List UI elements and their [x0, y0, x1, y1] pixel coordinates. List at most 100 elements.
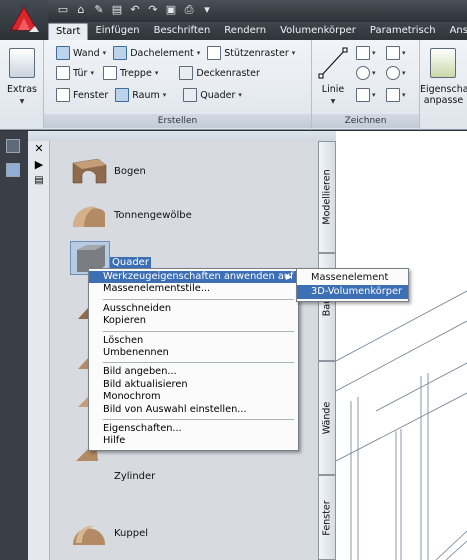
tool-zylinder[interactable]: Zylinder — [114, 469, 155, 483]
tab-modellieren[interactable]: Modellieren — [318, 141, 336, 253]
drawing-area[interactable] — [336, 131, 467, 560]
menu-bild-von-auswahl[interactable]: Bild von Auswahl einstellen... — [89, 404, 298, 416]
menu-umbenennen[interactable]: Umbenennen — [89, 347, 298, 359]
redo-icon[interactable]: ↷ — [146, 3, 160, 17]
properties-icon[interactable] — [430, 48, 456, 78]
eigenschaften-button-line2: anpasse — [423, 95, 464, 106]
tab-start[interactable]: Start — [48, 23, 89, 40]
linie-button[interactable]: Linie — [314, 84, 352, 95]
menu-kopieren[interactable]: Kopieren — [89, 315, 298, 327]
save-icon[interactable]: ▤ — [110, 3, 124, 17]
open-web-icon[interactable]: ✎ — [92, 3, 106, 17]
circle-dropdown-icon[interactable]: ▾ — [372, 69, 376, 77]
stuetzenraster-button[interactable]: Stützenraster — [224, 48, 289, 59]
close-icon[interactable]: ✕ — [32, 143, 46, 155]
raum-button[interactable]: Raum — [132, 90, 160, 101]
zeichnen-panel-title[interactable]: Zeichnen — [312, 114, 419, 128]
tab-beschriften[interactable]: Beschriften — [147, 23, 218, 40]
undo-icon[interactable]: ↶ — [128, 3, 142, 17]
dachelement-dropdown-icon[interactable]: ▾ — [197, 49, 201, 57]
menu-hilfe[interactable]: Hilfe — [89, 435, 298, 447]
ceiling-grid-icon — [179, 66, 194, 80]
open-folder-icon[interactable]: ⌂ — [74, 3, 88, 17]
tool-kuppel[interactable]: Kuppel — [70, 515, 148, 551]
menu-eigenschaften[interactable]: Eigenschaften... — [89, 423, 298, 435]
fenster-button[interactable]: Fenster — [73, 90, 108, 101]
hatch-dropdown-icon[interactable]: ▾ — [402, 91, 406, 99]
menu-loeschen[interactable]: Löschen — [89, 335, 298, 347]
application-menu-button[interactable] — [0, 0, 48, 40]
new-file-icon[interactable]: ▭ — [56, 3, 70, 17]
tuer-button[interactable]: Tür — [73, 68, 87, 79]
roof-slab-icon — [113, 46, 128, 60]
wand-button[interactable]: Wand — [73, 48, 100, 59]
tab-waende[interactable]: Wände — [318, 361, 336, 475]
tool-label: Kuppel — [114, 527, 149, 539]
polyline-icon[interactable] — [356, 46, 370, 60]
stair-icon — [102, 66, 117, 80]
submenu-3d-volumenkoerper[interactable]: 3D-Volumenkörper — [297, 285, 408, 299]
submenu-massenelement[interactable]: Massenelement — [297, 271, 408, 285]
tool-label: Zylinder — [114, 470, 156, 482]
autohide-icon[interactable]: ▶ — [32, 159, 46, 171]
ellipse-icon[interactable] — [386, 66, 400, 80]
wireframe-drawing — [336, 290, 467, 560]
eigenschaften-panel: Eigenscha anpasse — [420, 40, 467, 130]
tab-ansicht[interactable]: Ansicht — [443, 23, 467, 40]
rectangle-icon[interactable] — [356, 88, 370, 102]
circle-icon[interactable] — [356, 66, 370, 80]
tab-parametrisch[interactable]: Parametrisch — [363, 23, 443, 40]
eigenschaften-button[interactable]: Eigenscha — [420, 84, 467, 95]
tool-label-selected: Quader — [110, 257, 151, 268]
tool-bogen[interactable]: Bogen — [70, 153, 146, 189]
menu-monochrom[interactable]: Monochrom — [89, 391, 298, 403]
tab-rendern[interactable]: Rendern — [217, 23, 273, 40]
print-icon[interactable]: ⎙ — [182, 3, 196, 17]
ribbon: Extras ▾ Wand ▾ Dachelement ▾ Stützenras… — [0, 40, 467, 130]
extras-panel: Extras ▾ — [0, 40, 44, 130]
tuer-dropdown-icon[interactable]: ▾ — [90, 69, 94, 77]
menu-massenelementstile[interactable]: Massenelementstile... — [89, 283, 298, 295]
treppe-dropdown-icon[interactable]: ▾ — [155, 69, 159, 77]
rectangle-dropdown-icon[interactable]: ▾ — [372, 91, 376, 99]
extras-icon[interactable] — [9, 48, 35, 78]
box-icon — [183, 88, 198, 102]
extras-button[interactable]: Extras — [0, 84, 44, 95]
linie-dropdown-icon[interactable]: ▾ — [314, 96, 352, 107]
save-as-icon[interactable]: ▣ — [164, 3, 178, 17]
menu-ausschneiden[interactable]: Ausschneiden — [89, 303, 298, 315]
quader-dropdown-icon[interactable]: ▾ — [238, 91, 242, 99]
menu-bild-angeben[interactable]: Bild angeben... — [89, 366, 298, 378]
arch-shape-icon — [72, 158, 107, 184]
polyline-dropdown-icon[interactable]: ▾ — [372, 49, 376, 57]
menu-bild-aktualisieren[interactable]: Bild aktualisieren — [89, 379, 298, 391]
tab-fenster[interactable]: Fenster — [318, 475, 336, 560]
hatch-icon[interactable] — [386, 88, 400, 102]
ribbon-row-3: Fenster Raum ▾ Quader ▾ — [56, 88, 242, 102]
tool-tonnengewoelbe[interactable]: Tonnengewölbe — [70, 197, 192, 233]
point-icon[interactable] — [386, 46, 400, 60]
stuetzenraster-dropdown-icon[interactable]: ▾ — [292, 49, 296, 57]
model-tab-icon[interactable] — [6, 139, 20, 153]
qat-dropdown-icon[interactable]: ▾ — [200, 3, 214, 17]
line-icon[interactable] — [318, 46, 348, 80]
deckenraster-button[interactable]: Deckenraster — [196, 68, 260, 79]
autocad-logo-icon — [10, 5, 39, 32]
erstellen-panel-title[interactable]: Erstellen — [44, 114, 311, 128]
tab-einfuegen[interactable]: Einfügen — [88, 23, 146, 40]
quick-access-toolbar: ▭ ⌂ ✎ ▤ ↶ ↷ ▣ ⎙ ▾ — [56, 3, 214, 17]
dachelement-button[interactable]: Dachelement — [130, 48, 194, 59]
raum-dropdown-icon[interactable]: ▾ — [163, 91, 167, 99]
treppe-button[interactable]: Treppe — [120, 68, 152, 79]
menu-separator — [103, 298, 294, 300]
menu-werkzeugeigenschaften-anwenden[interactable]: Werkzeugeigenschaften anwenden auf ▶ — [89, 271, 298, 284]
ellipse-dropdown-icon[interactable]: ▾ — [402, 69, 406, 77]
tab-volumenkoerper[interactable]: Volumenkörper — [273, 23, 363, 40]
left-toolbar — [0, 131, 28, 560]
layout-tab-icon[interactable] — [6, 163, 20, 177]
properties-menu-icon[interactable]: ▤ — [32, 175, 46, 187]
extras-dropdown-icon[interactable]: ▾ — [0, 96, 44, 107]
quader-button[interactable]: Quader — [200, 90, 235, 101]
wand-dropdown-icon[interactable]: ▾ — [103, 49, 107, 57]
point-dropdown-icon[interactable]: ▾ — [402, 49, 406, 57]
